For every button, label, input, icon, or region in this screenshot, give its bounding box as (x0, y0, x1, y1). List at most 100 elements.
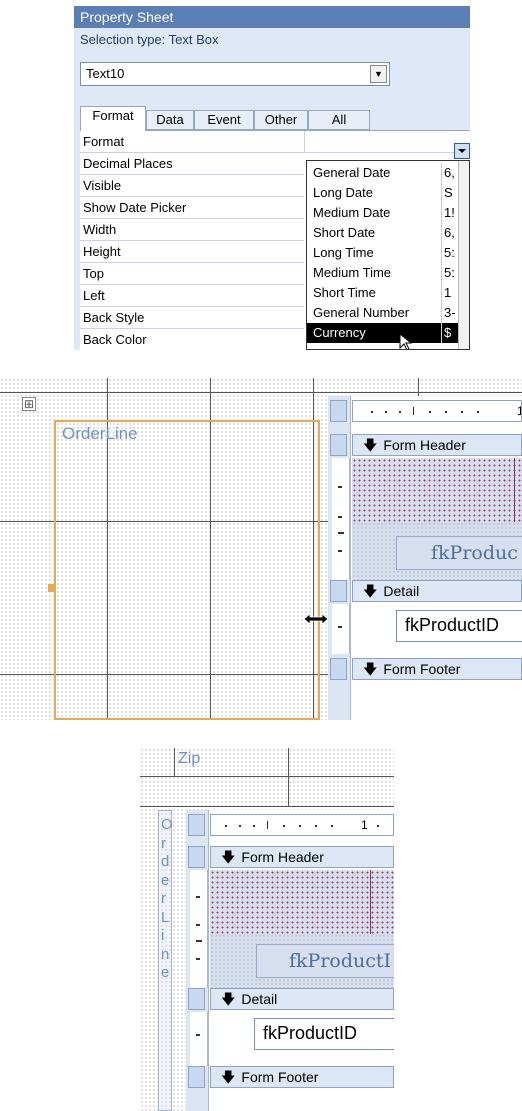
property-label: Left (83, 288, 105, 303)
format-option-long-date[interactable]: Long Date S (307, 183, 469, 203)
format-option-long-time[interactable]: Long Time 5: (307, 243, 469, 263)
header-control[interactable]: fkProduc (396, 536, 522, 570)
property-sheet-title: Property Sheet (74, 6, 470, 28)
detail-bar[interactable]: 🡇 Detail (352, 580, 522, 602)
form-design-view-2: Zip OrderLine 1 🡇 Form Header fkProductI … (140, 748, 394, 1111)
format-option-general-number[interactable]: General Number 3- (307, 303, 469, 323)
vertical-caption: OrderLine (161, 816, 173, 981)
detail-selector[interactable] (330, 580, 347, 602)
property-row-back-style[interactable]: Back Style (80, 307, 304, 329)
embedded-form: 1 🡇 Form Header fkProduc 🡇 Detail fkProduc… (328, 396, 522, 720)
property-row-left[interactable]: Left (80, 285, 304, 307)
section-arrow-icon: 🡇 (363, 583, 378, 599)
section-arrow-icon: 🡇 (221, 991, 236, 1007)
property-label: Decimal Places (83, 156, 173, 171)
form-design-view-1: ⊞ OrderLine 1 🡇 Form Header fkProduc 🡇 Det… (0, 378, 522, 720)
property-label: Visible (83, 178, 122, 193)
detail-bar[interactable]: 🡇 Detail (210, 988, 394, 1010)
grid-line (514, 458, 515, 522)
grid-line (288, 748, 289, 806)
grid-line (140, 806, 394, 807)
property-value-cell[interactable] (304, 131, 470, 153)
form-header-bar[interactable]: 🡇 Form Header (352, 434, 522, 456)
grid-line (174, 748, 175, 776)
format-dropdown-button[interactable] (454, 143, 470, 159)
tab-event[interactable]: Event (194, 110, 254, 130)
property-row-format[interactable]: Format (80, 131, 470, 153)
format-option-medium-time[interactable]: Medium Time 5: (307, 263, 469, 283)
control-selector-combo[interactable]: Text10 ▼ (80, 62, 390, 86)
property-label: Show Date Picker (83, 200, 187, 215)
move-handle-icon[interactable]: ⊞ (22, 397, 36, 411)
property-row-decimal-places[interactable]: Decimal Places (80, 153, 304, 175)
format-options-list[interactable]: General Date 6, Long Date S Medium Date 1! … (306, 160, 470, 350)
form-footer-selector[interactable] (330, 658, 347, 680)
tab-other[interactable]: Other (254, 110, 308, 130)
format-option-general-date[interactable]: General Date 6, (307, 163, 469, 183)
form-footer-bar[interactable]: 🡇 Form Footer (352, 658, 522, 680)
grid-line (418, 378, 419, 398)
embedded-form: 1 🡇 Form Header fkProductI 🡇 Detail fkProd… (186, 810, 394, 1111)
property-row-show-date-picker[interactable]: Show Date Picker (80, 197, 304, 219)
zip-label: Zip (178, 750, 201, 767)
header-area (352, 458, 522, 522)
mouse-cursor-icon (399, 333, 413, 349)
horizontal-ruler: 1 (352, 400, 522, 422)
detail-textbox[interactable]: fkProductID (396, 610, 522, 642)
chevron-down-icon[interactable]: ▼ (370, 65, 387, 83)
header-area (210, 870, 394, 934)
section-arrow-icon: 🡇 (363, 437, 378, 453)
vertical-ruler (190, 1012, 208, 1066)
header-control-label: fkProduc (431, 542, 518, 564)
form-header-selector[interactable] (330, 434, 347, 456)
tab-format[interactable]: Format (80, 106, 146, 131)
section-arrow-icon: 🡇 (363, 661, 378, 677)
vertical-ruler (332, 458, 350, 580)
resize-cursor-icon (303, 613, 329, 625)
header-control[interactable]: fkProductI (256, 944, 394, 978)
list-scrollbar[interactable] (458, 161, 469, 349)
form-header-selector[interactable] (188, 846, 205, 868)
format-option-short-date[interactable]: Short Date 6, (307, 223, 469, 243)
subform-caption: OrderLine (62, 424, 138, 443)
grid-line (0, 392, 522, 393)
detail-selector[interactable] (188, 988, 205, 1010)
property-row-back-color[interactable]: Back Color (80, 329, 304, 350)
property-row-visible[interactable]: Visible (80, 175, 304, 197)
section-label: Form Footer (241, 1069, 319, 1085)
property-label: Format (83, 134, 125, 149)
property-row-top[interactable]: Top (80, 263, 304, 285)
form-selector[interactable] (330, 400, 347, 422)
control-name-value: Text10 (86, 66, 125, 81)
property-label: Height (83, 244, 121, 259)
subform-control-outline[interactable] (54, 420, 320, 720)
detail-textbox[interactable]: fkProductID (254, 1018, 394, 1050)
ruler-label: 1 (361, 818, 368, 832)
property-label: Back Color (83, 332, 147, 347)
ruler-label: 1 (517, 404, 521, 418)
selection-type-label: Selection type: Text Box (80, 32, 219, 47)
form-footer-bar[interactable]: 🡇 Form Footer (210, 1066, 394, 1088)
format-option-currency[interactable]: Currency $ (307, 323, 469, 343)
section-label: Form Header (241, 849, 324, 865)
format-option-medium-date[interactable]: Medium Date 1! (307, 203, 469, 223)
sizing-handle[interactable] (48, 584, 54, 592)
form-selector[interactable] (188, 814, 205, 836)
form-header-bar[interactable]: 🡇 Form Header (210, 846, 394, 868)
tab-all[interactable]: All (308, 110, 370, 130)
grid-line (140, 776, 394, 777)
form-footer-selector[interactable] (188, 1066, 205, 1088)
grid-line (370, 870, 371, 934)
section-arrow-icon: 🡇 (221, 849, 236, 865)
section-label: Detail (241, 991, 278, 1007)
tab-data[interactable]: Data (146, 110, 194, 130)
section-label: Form Header (383, 437, 466, 453)
vertical-ruler (332, 604, 350, 654)
property-row-width[interactable]: Width (80, 219, 304, 241)
horizontal-ruler: 1 (210, 814, 394, 836)
property-row-height[interactable]: Height (80, 241, 304, 263)
chevron-down-icon (458, 149, 466, 153)
vertical-ruler (190, 870, 208, 988)
format-option-short-time[interactable]: Short Time 1 (307, 283, 469, 303)
section-label: Detail (383, 583, 420, 599)
